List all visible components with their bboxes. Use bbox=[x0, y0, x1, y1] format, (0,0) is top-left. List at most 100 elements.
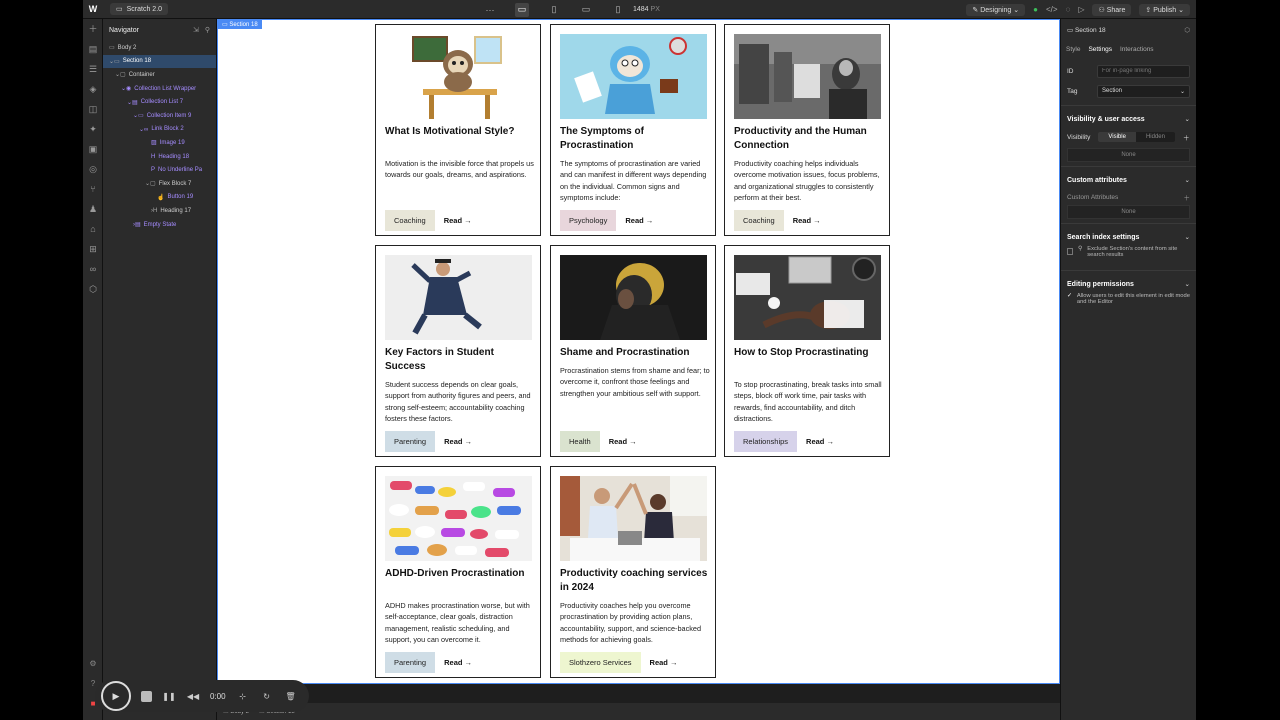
exclude-checkbox[interactable] bbox=[1067, 248, 1074, 255]
comment-icon[interactable]: ◌ bbox=[1066, 5, 1071, 14]
custom-attr-row: Custom Attributes ＋ bbox=[1061, 189, 1196, 205]
visible-option[interactable]: Visible bbox=[1098, 132, 1136, 142]
landscape-breakpoint-icon[interactable]: ▭ bbox=[579, 3, 593, 17]
camera-icon[interactable]: ▶ bbox=[101, 681, 131, 711]
component-icon[interactable]: ⬡ bbox=[1184, 26, 1190, 34]
collection-card[interactable]: Productivity coaching services in 2024 Pr… bbox=[550, 466, 716, 678]
hidden-option[interactable]: Hidden bbox=[1136, 132, 1175, 142]
publish-button[interactable]: ⇪ Publish ⌄ bbox=[1139, 3, 1190, 16]
collection-card[interactable]: How to Stop Procrastinating To stop procr… bbox=[724, 245, 890, 457]
search-index-header[interactable]: Search index settings ⌄ bbox=[1061, 228, 1196, 246]
add-icon[interactable]: ＋ bbox=[1183, 132, 1190, 142]
collection-card[interactable]: ADHD-Driven Procrastination ADHD makes pr… bbox=[375, 466, 541, 678]
variables-icon[interactable]: ◫ bbox=[83, 99, 103, 119]
preview-icon[interactable]: ▷ bbox=[1078, 5, 1084, 14]
panel-header: ▭ Section 18 ⬡ bbox=[1061, 19, 1196, 41]
read-link[interactable]: Read → bbox=[609, 437, 637, 446]
styles-icon[interactable]: ✦ bbox=[83, 119, 103, 139]
cube-icon[interactable]: ⬡ bbox=[83, 279, 103, 299]
tree-item-collection-wrapper[interactable]: ⌄◉ Collection List Wrapper bbox=[103, 82, 216, 96]
tree-item-collection-item[interactable]: ⌄▭ Collection Item 9 bbox=[103, 109, 216, 123]
allow-edit-label: Allow users to edit this element in edit… bbox=[1076, 293, 1190, 305]
read-link[interactable]: Read → bbox=[444, 437, 472, 446]
share-button[interactable]: ⚇ Share bbox=[1092, 3, 1132, 16]
cms-icon[interactable]: ◎ bbox=[83, 159, 103, 179]
tree-item-empty-state[interactable]: ›▤ Empty State bbox=[103, 218, 216, 232]
custom-attr-none: None bbox=[1067, 205, 1190, 219]
add-attribute-icon[interactable]: ＋ bbox=[1184, 192, 1191, 202]
tablet-breakpoint-icon[interactable]: ▯ bbox=[547, 3, 561, 17]
read-link[interactable]: Read → bbox=[625, 216, 653, 225]
desktop-breakpoint-icon[interactable]: ▭ bbox=[515, 2, 529, 17]
custom-attr-header[interactable]: Custom attributes ⌄ bbox=[1061, 171, 1196, 189]
tab-settings[interactable]: Settings bbox=[1088, 46, 1112, 53]
settings-icon[interactable]: ⚙ bbox=[83, 654, 103, 674]
tree-item-container[interactable]: ⌄▢ Container bbox=[103, 68, 216, 82]
components-icon[interactable]: ◈ bbox=[83, 79, 103, 99]
pause-button[interactable]: ❚❚ bbox=[162, 689, 176, 703]
assets-icon[interactable]: ▣ bbox=[83, 139, 103, 159]
tab-style[interactable]: Style bbox=[1066, 46, 1080, 53]
category-tag[interactable]: Psychology bbox=[560, 209, 617, 231]
grid-icon[interactable]: ⊹ bbox=[236, 689, 250, 703]
category-tag[interactable]: Relationships bbox=[734, 430, 798, 452]
mode-dropdown[interactable]: ✎ Designing ⌄ bbox=[966, 3, 1026, 16]
webflow-logo[interactable]: W bbox=[83, 0, 103, 19]
visibility-toggle[interactable]: Visible Hidden bbox=[1098, 132, 1175, 142]
users-icon[interactable]: ♟ bbox=[83, 199, 103, 219]
tab-interactions[interactable]: Interactions bbox=[1120, 46, 1154, 53]
collection-card[interactable]: What Is Motivational Style? Motivation is… bbox=[375, 24, 541, 236]
code-icon[interactable]: </> bbox=[1046, 5, 1058, 14]
logic-icon[interactable]: ⑂ bbox=[83, 179, 103, 199]
collection-card[interactable]: The Symptoms of Procrastination The sympt… bbox=[550, 24, 716, 236]
rewind-button[interactable]: ◀◀ bbox=[186, 689, 200, 703]
visibility-header[interactable]: Visibility & user access ⌄ bbox=[1061, 110, 1196, 128]
id-input[interactable] bbox=[1097, 64, 1190, 78]
tree-item-link-block[interactable]: ⌄∞ Link Block 2 bbox=[103, 123, 216, 137]
category-tag[interactable]: Parenting bbox=[385, 651, 436, 673]
read-link[interactable]: Read → bbox=[806, 437, 834, 446]
collapse-icon[interactable]: ⇲ bbox=[193, 26, 199, 34]
category-tag[interactable]: Parenting bbox=[385, 430, 436, 452]
editing-permissions-header[interactable]: Editing permissions ⌄ bbox=[1061, 275, 1196, 293]
pin-icon[interactable]: ⚲ bbox=[205, 26, 210, 34]
pages-icon[interactable]: ▤ bbox=[83, 39, 103, 59]
project-switcher[interactable]: ▭ Scratch 2.0 bbox=[110, 3, 169, 15]
category-tag[interactable]: Coaching bbox=[385, 209, 435, 231]
more-icon[interactable]: ··· bbox=[483, 3, 497, 17]
tree-item-body[interactable]: ▭ Body 2 bbox=[103, 41, 216, 55]
read-link[interactable]: Read → bbox=[444, 216, 472, 225]
design-canvas[interactable]: ▭ Section 18 What Is Motivational Style?… bbox=[217, 19, 1060, 684]
card-image bbox=[385, 34, 532, 119]
navigator-icon[interactable]: ☰ bbox=[83, 59, 103, 79]
tree-item-heading-17[interactable]: ›H Heading 17 bbox=[103, 204, 216, 218]
collection-card[interactable]: Key Factors in Student Success Student su… bbox=[375, 245, 541, 457]
collection-card[interactable]: Shame and Procrastination Procrastination… bbox=[550, 245, 716, 457]
tree-item-flex-block[interactable]: ⌄▢ Flex Block 7 bbox=[103, 177, 216, 191]
ecommerce-icon[interactable]: ⌂ bbox=[83, 219, 103, 239]
allow-edit-checkbox[interactable]: ✓ bbox=[1067, 293, 1072, 299]
tree-item-collection-list[interactable]: ⌄▤ Collection List 7 bbox=[103, 95, 216, 109]
category-tag[interactable]: Coaching bbox=[734, 209, 784, 231]
mobile-breakpoint-icon[interactable]: ▯ bbox=[611, 3, 625, 17]
trash-icon[interactable]: 🗑 bbox=[284, 689, 298, 703]
category-tag[interactable]: Slothzero Services bbox=[560, 651, 641, 673]
read-link[interactable]: Read → bbox=[650, 658, 678, 667]
tree-item-heading[interactable]: H Heading 18 bbox=[103, 150, 216, 164]
add-icon[interactable]: ＋ bbox=[83, 19, 103, 39]
tag-select[interactable]: Section ⌄ bbox=[1097, 84, 1190, 98]
collection-card[interactable]: Productivity and the Human Connection Pro… bbox=[724, 24, 890, 236]
category-tag[interactable]: Health bbox=[560, 430, 600, 452]
stop-button[interactable] bbox=[141, 690, 152, 702]
tree-item-button[interactable]: ☝ Button 19 bbox=[103, 191, 216, 205]
read-link[interactable]: Read → bbox=[444, 658, 472, 667]
tree-item-image[interactable]: ▨ Image 19 bbox=[103, 136, 216, 150]
apps-icon[interactable]: ⊞ bbox=[83, 239, 103, 259]
selection-label[interactable]: ▭ Section 18 bbox=[218, 20, 262, 29]
check-icon[interactable]: ● bbox=[1033, 5, 1038, 14]
read-link[interactable]: Read → bbox=[793, 216, 821, 225]
tree-item-paragraph[interactable]: P No Underline Pa bbox=[103, 163, 216, 177]
link-icon[interactable]: ∞ bbox=[83, 259, 103, 279]
restart-icon[interactable]: ↻ bbox=[260, 689, 274, 703]
tree-item-section[interactable]: ⌄▭ Section 18 bbox=[103, 54, 216, 69]
